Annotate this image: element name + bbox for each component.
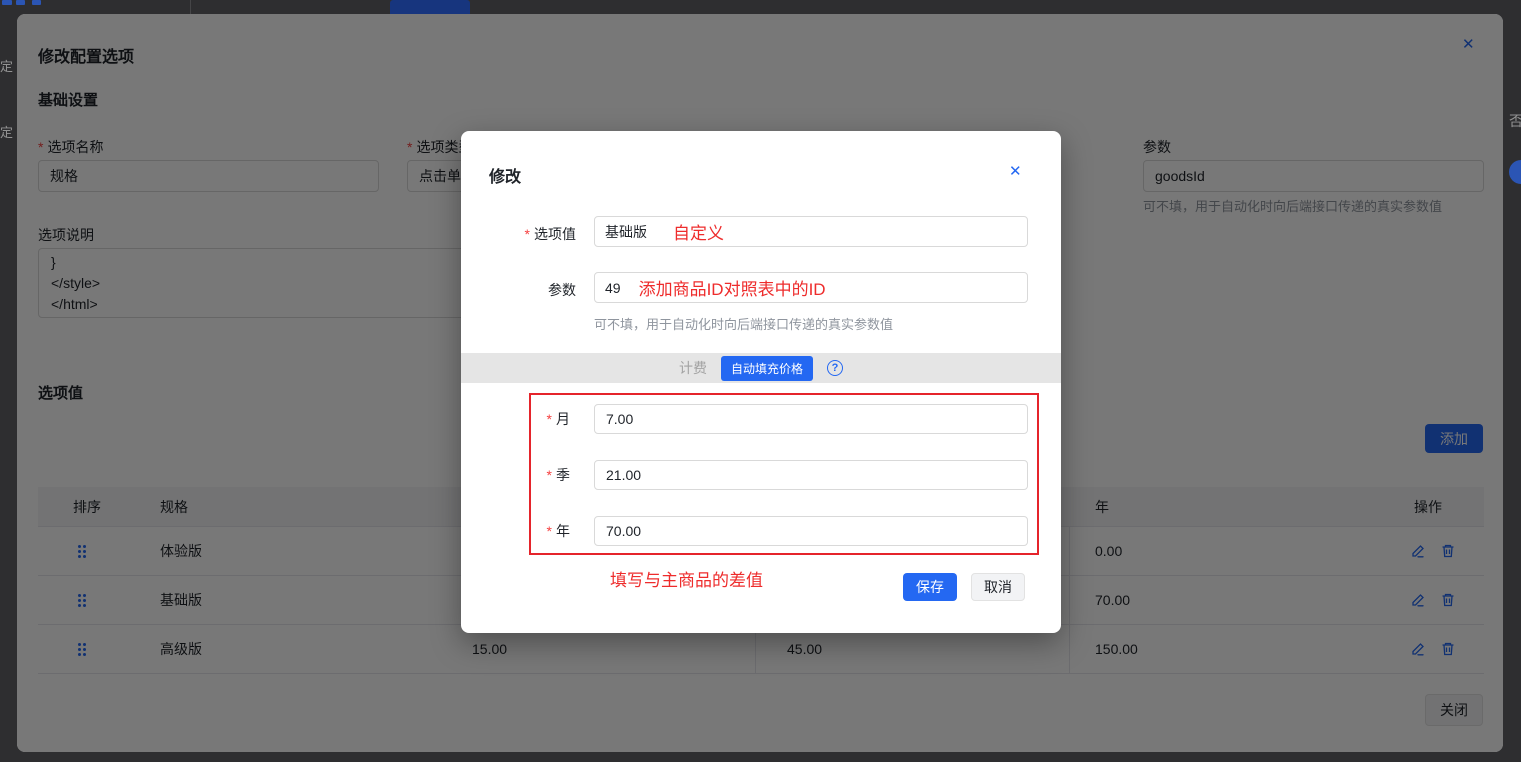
quarter-label: *季 (542, 465, 570, 485)
topbar-icon (16, 0, 25, 5)
option-value-label: *选项值 (501, 224, 576, 244)
autofill-price-button[interactable]: 自动填充价格 (721, 356, 813, 381)
sidebar-clipped-label: 定 (0, 56, 13, 75)
edit-param-input[interactable]: 49 添加商品ID对照表中的ID (594, 272, 1028, 303)
right-clipped-label: 否 (1509, 111, 1521, 131)
billing-bar: 计费 自动填充价格 ? (461, 353, 1061, 383)
year-price-input[interactable] (594, 516, 1028, 546)
right-clipped-button (1509, 160, 1521, 184)
sidebar-clipped-label: 定 (0, 122, 13, 141)
edit-modal-close-icon[interactable]: ✕ (1009, 164, 1022, 179)
edit-param-annotation: 添加商品ID对照表中的ID (639, 275, 826, 300)
edit-param-text: 49 (605, 280, 621, 296)
cancel-button[interactable]: 取消 (971, 573, 1025, 601)
topbar-primary-button (390, 0, 470, 15)
option-value-text: 基础版 (605, 222, 647, 242)
required-star: * (547, 523, 552, 539)
edit-modal: 修改 ✕ *选项值 基础版 自定义 参数 49 添加商品ID对照表中的ID 可不… (461, 131, 1061, 633)
edit-param-hint: 可不填，用于自动化时向后端接口传递的真实参数值 (594, 314, 893, 333)
required-star: * (547, 411, 552, 427)
month-label: *月 (542, 409, 570, 429)
option-value-annotation: 自定义 (673, 219, 724, 244)
edit-param-label: 参数 (501, 280, 576, 300)
quarter-price-input[interactable] (594, 460, 1028, 490)
price-annotation: 填写与主商品的差值 (610, 566, 763, 591)
save-button[interactable]: 保存 (903, 573, 957, 601)
topbar-divider (190, 0, 191, 15)
help-icon[interactable]: ? (827, 360, 843, 376)
required-star: * (547, 467, 552, 483)
required-star: * (525, 226, 530, 242)
topbar-icon (2, 0, 12, 5)
year-label: *年 (542, 521, 570, 541)
topbar-icon (32, 0, 41, 5)
billing-label: 计费 (679, 358, 707, 378)
edit-modal-title: 修改 (489, 163, 521, 187)
month-price-input[interactable] (594, 404, 1028, 434)
option-value-input[interactable]: 基础版 自定义 (594, 216, 1028, 247)
